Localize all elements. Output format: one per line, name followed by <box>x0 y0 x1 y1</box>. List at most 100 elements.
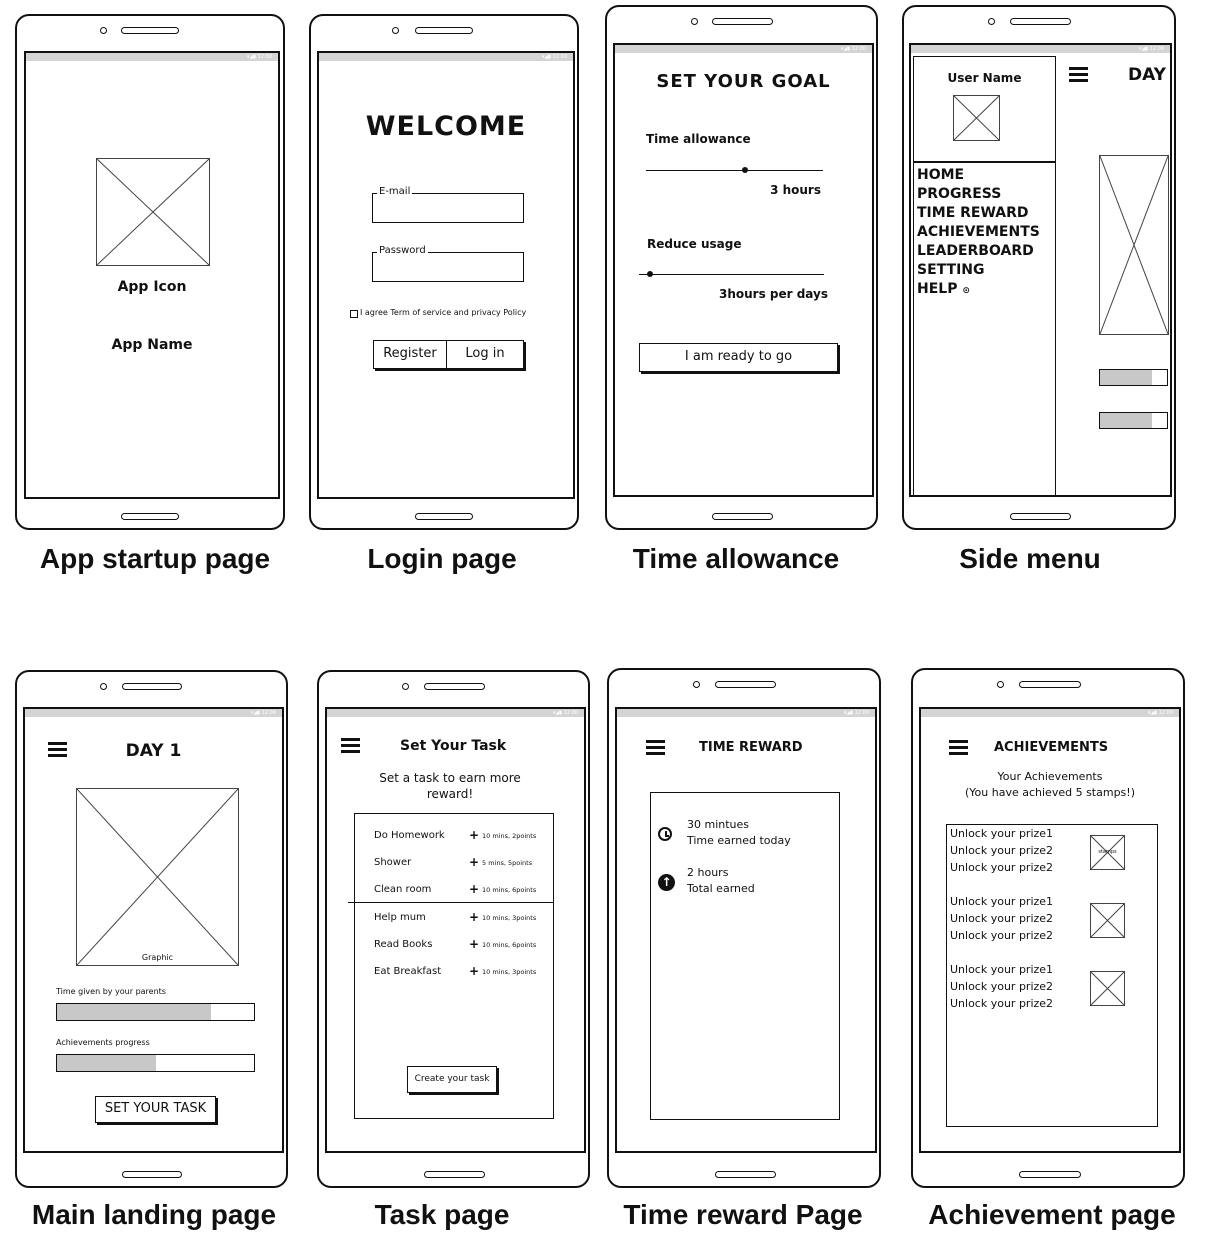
caption-login: Login page <box>367 543 517 574</box>
add-task-icon[interactable]: + <box>469 937 479 951</box>
total-earned-label: Total earned <box>687 882 755 895</box>
speaker-slot <box>1010 18 1071 25</box>
status-bar: ▾◢▮ 12:00 <box>26 53 278 61</box>
task-list-panel: Do Homework +10 mins, 2points Shower +5 min… <box>348 813 554 1119</box>
create-task-button[interactable]: Create your task <box>407 1066 497 1093</box>
reduce-usage-label: Reduce usage <box>647 237 742 251</box>
screen-task: ▾◢▮ 12:00 Set Your Task Set a task to ea… <box>325 707 586 1153</box>
achievements-title: ACHIEVEMENTS <box>994 740 1109 755</box>
menu-panel: HOME PROGRESS TIME REWARD ACHIEVEMENTS L… <box>913 162 1056 495</box>
reduce-slider-knob[interactable] <box>647 271 654 277</box>
home-button[interactable] <box>122 1171 182 1178</box>
home-button[interactable] <box>121 513 179 520</box>
day-title: DAY <box>1128 65 1166 85</box>
home-button[interactable] <box>415 513 473 520</box>
achievements-count: (You have achieved 5 stamps!) <box>965 786 1135 799</box>
phone-time-allowance: ▾◢▮ 12:00 SET YOUR GOAL Time allowance 3… <box>605 5 878 530</box>
camera-dot <box>693 681 700 688</box>
menu-item-help[interactable]: HELP <box>917 281 957 297</box>
hamburger-menu-icon[interactable] <box>1069 67 1088 82</box>
menu-item-leaderboard[interactable]: LEADERBOARD <box>917 242 1040 261</box>
add-task-icon[interactable]: + <box>469 828 479 842</box>
add-task-icon[interactable]: + <box>469 882 479 896</box>
menu-item-time-reward[interactable]: TIME REWARD <box>917 204 1040 223</box>
parents-time-bar-fill <box>57 1004 211 1020</box>
screen-side-menu: ▾◢▮ 12:00 User Name HOME PROGRESS TIME R… <box>909 43 1172 497</box>
parents-time-label: Time given by your parents <box>56 987 166 996</box>
screen-time-reward: ▾◢▮ 12:00 TIME REWARD 30 mintues Time ea… <box>615 707 877 1153</box>
phone-login: ▾◢▮ 12:00 WELCOME E-mail Password I agre… <box>309 14 579 530</box>
earned-today-label: Time earned today <box>687 834 791 847</box>
achievement-line: Unlock your prize1 <box>950 963 1054 976</box>
email-field[interactable] <box>372 193 524 223</box>
phone-main-landing: ▾◢▮ 12:00 DAY 1 Graphic Time given by yo… <box>15 670 288 1188</box>
screen-main-landing: ▾◢▮ 12:00 DAY 1 Graphic Time given by yo… <box>23 707 284 1153</box>
task-subtitle: Set a task to earn more reward! <box>379 771 521 801</box>
time-reward-title: TIME REWARD <box>699 740 803 755</box>
menu-item-home[interactable]: HOME <box>917 166 1040 185</box>
achievement-line: Unlock your prize1 <box>950 895 1054 908</box>
task-item-name: Read Books <box>374 939 433 950</box>
status-bar: ▾◢▮ 12:00 <box>25 709 282 717</box>
achievement-line: Unlock your prize2 <box>950 929 1054 942</box>
menu-item-progress[interactable]: PROGRESS <box>917 185 1040 204</box>
user-panel: User Name <box>913 56 1056 162</box>
hamburger-menu-icon[interactable] <box>341 738 360 753</box>
add-task-icon[interactable]: + <box>469 855 479 869</box>
caption-task: Task page <box>374 1199 510 1230</box>
parents-time-bar <box>56 1003 255 1021</box>
achievements-progress-label: Achievements progress <box>56 1038 150 1047</box>
task-item-detail: 10 mins, 3points <box>482 914 537 922</box>
status-bar: ▾◢▮ 12:00 <box>921 709 1179 717</box>
app-icon-placeholder <box>96 158 210 266</box>
menu-item-setting[interactable]: SETTING <box>917 261 1040 280</box>
add-task-icon[interactable]: + <box>469 964 479 978</box>
home-button[interactable] <box>712 513 773 520</box>
total-earned-value: 2 hours <box>687 866 729 879</box>
agree-checkbox[interactable] <box>350 310 358 318</box>
arrow-up-circle-icon: ↑ <box>658 874 675 891</box>
caption-time-reward: Time reward Page <box>623 1199 863 1230</box>
register-button[interactable]: Register <box>373 340 447 369</box>
achievement-line: Unlock your prize2 <box>950 861 1054 874</box>
avatar <box>953 95 1000 141</box>
graphic-placeholder <box>1099 155 1169 335</box>
ready-button[interactable]: I am ready to go <box>639 343 838 372</box>
hamburger-menu-icon[interactable] <box>949 740 968 755</box>
home-button[interactable] <box>424 1171 485 1178</box>
task-item-detail: 5 mins, 5points <box>482 859 533 867</box>
camera-dot <box>100 27 107 34</box>
achievement-line: Unlock your prize2 <box>950 980 1054 993</box>
graphic-label: Graphic <box>141 953 174 962</box>
stamp-placeholder <box>1090 903 1125 938</box>
menu-item-help-row[interactable]: HELP ⊙ <box>917 280 1040 301</box>
home-button[interactable] <box>715 1171 776 1178</box>
status-bar: ▾◢▮ 12:00 <box>615 45 872 53</box>
goal-title: SET YOUR GOAL <box>656 71 831 92</box>
screen-achievement: ▾◢▮ 12:00 ACHIEVEMENTS Your Achievements… <box>919 707 1181 1153</box>
time-slider-track[interactable] <box>646 170 823 171</box>
home-button[interactable] <box>1019 1171 1081 1178</box>
camera-dot <box>392 27 399 34</box>
login-button[interactable]: Log in <box>446 340 524 369</box>
achievement-line: Unlock your prize1 <box>950 827 1054 840</box>
add-task-icon[interactable]: + <box>469 910 479 924</box>
task-item-name: Help mum <box>374 912 426 923</box>
speaker-slot <box>424 683 485 690</box>
task-item-name: Do Homework <box>374 830 445 841</box>
time-slider-knob[interactable] <box>742 167 749 173</box>
agree-text: I agree Term of service and privacy Poli… <box>360 308 527 317</box>
speaker-slot <box>1019 681 1081 688</box>
password-field[interactable] <box>372 252 524 282</box>
home-button[interactable] <box>1010 513 1071 520</box>
password-label: Password <box>377 245 428 256</box>
set-task-button[interactable]: SET YOUR TASK <box>95 1096 216 1123</box>
time-allowance-value: 3 hours <box>770 183 821 197</box>
reduce-slider-track[interactable] <box>639 274 824 275</box>
screen-time-allowance: ▾◢▮ 12:00 SET YOUR GOAL Time allowance 3… <box>613 43 874 497</box>
hamburger-menu-icon[interactable] <box>646 740 665 755</box>
camera-dot <box>691 18 698 25</box>
menu-item-achievements[interactable]: ACHIEVEMENTS <box>917 223 1040 242</box>
camera-dot <box>988 18 995 25</box>
screen-login: ▾◢▮ 12:00 WELCOME E-mail Password I agre… <box>317 51 575 499</box>
